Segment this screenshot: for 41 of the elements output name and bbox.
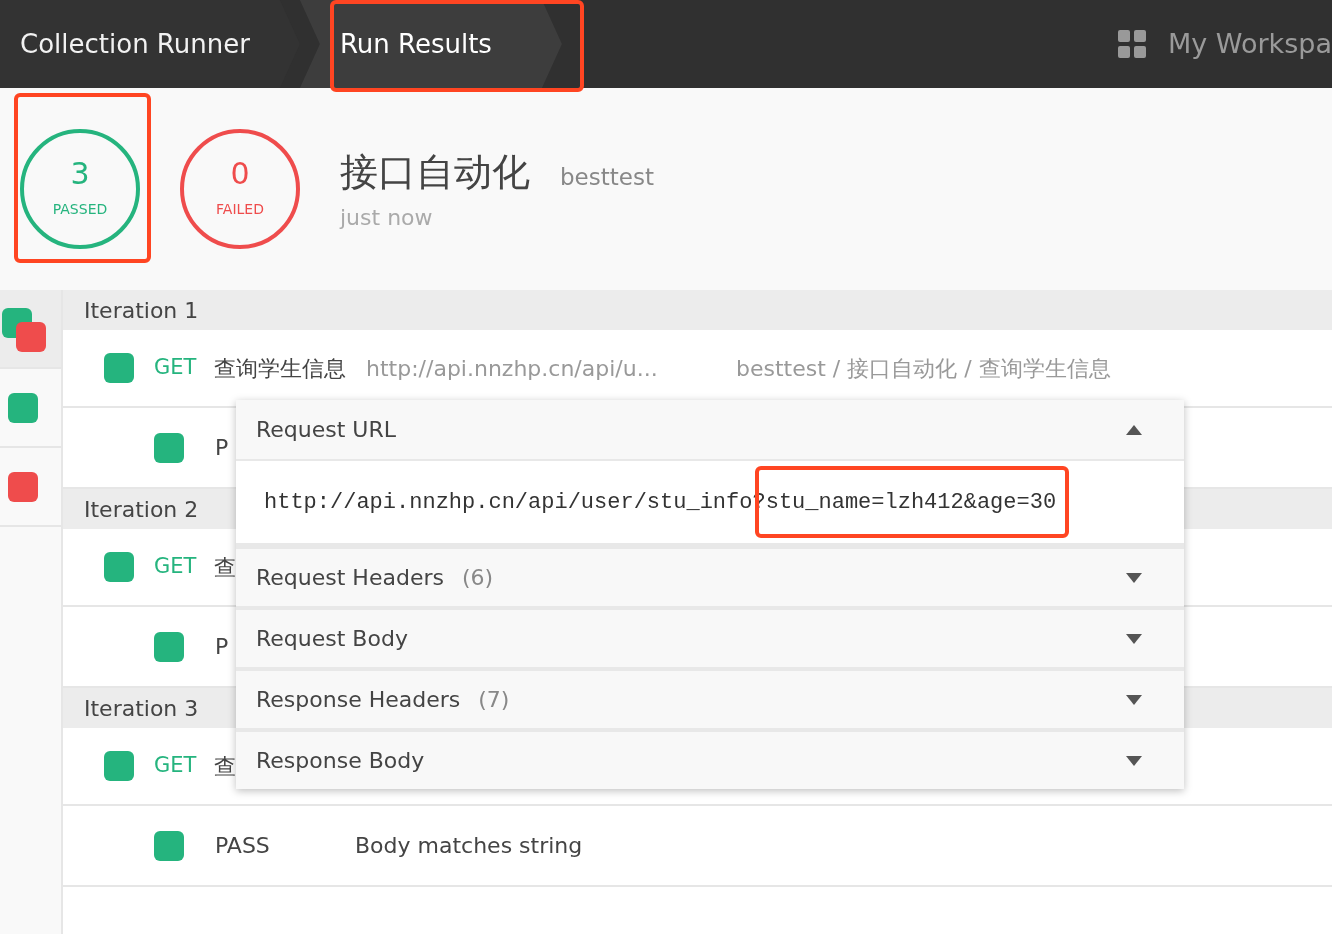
count-value: 0	[230, 158, 250, 189]
request-url: http://api.nnzhp.cn/api/u...	[366, 354, 659, 383]
expand-icon	[1126, 694, 1142, 705]
method-label: GET	[154, 752, 198, 780]
breadcrumb-tab[interactable]: Run Results	[299, 0, 562, 88]
section-header[interactable]: Request URL	[236, 400, 1184, 461]
run-time: just now	[340, 204, 434, 232]
workspace-label[interactable]: My Workspa	[1168, 23, 1332, 65]
expand-icon	[1126, 755, 1142, 766]
request-name: 查	[214, 752, 236, 781]
test-name: Body matches string	[355, 832, 583, 860]
section-title: Request URL	[256, 416, 396, 444]
count-label: FAILED	[216, 199, 264, 219]
sidebar-item[interactable]	[0, 290, 61, 369]
section-count: (6)	[461, 564, 494, 592]
request-path: besttest / 接口自动化 / 查询学生信息	[736, 354, 1111, 383]
request-name: 查	[214, 553, 236, 582]
environment-name: besttest	[560, 163, 654, 192]
request-name: 查询学生信息	[214, 354, 346, 383]
test-result: P	[215, 633, 229, 661]
grid-icon[interactable]	[1118, 30, 1146, 58]
test-result: P	[215, 434, 229, 462]
section-count: (7)	[478, 686, 510, 714]
method-label: GET	[154, 553, 198, 581]
section-header[interactable]: Response Headers (7)	[236, 667, 1184, 728]
count-label: PASSED	[52, 199, 108, 219]
section-title: Request Headers	[256, 564, 444, 592]
test-result: PASS	[215, 832, 270, 860]
method-label: GET	[154, 354, 198, 382]
section-title: Response Headers	[256, 686, 461, 714]
iteration-header: Iteration 1	[63, 290, 1332, 330]
section-title: Response Body	[256, 747, 425, 775]
expand-icon	[1126, 633, 1142, 644]
expand-icon	[1126, 572, 1142, 583]
collection-name: 接口自动化	[340, 149, 530, 196]
section-header[interactable]: Request Body	[236, 606, 1184, 667]
count-value: 3	[70, 158, 90, 189]
section-title: Request Body	[256, 625, 408, 653]
collapse-icon	[1126, 424, 1142, 435]
section-header[interactable]: Request Headers (6)	[236, 545, 1184, 606]
section-header[interactable]: Response Body	[236, 728, 1184, 789]
